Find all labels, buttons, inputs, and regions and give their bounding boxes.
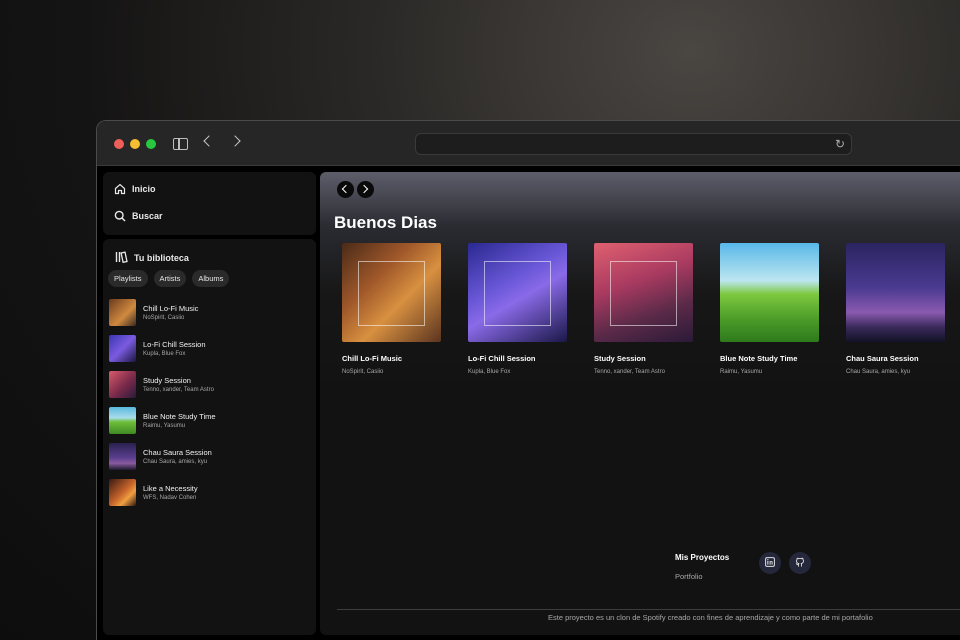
list-item[interactable]: Chau Saura Session Chau Saura, amies, kyu <box>109 438 310 474</box>
address-bar[interactable]: ↻ <box>415 133 852 155</box>
playlist-thumbnail <box>109 298 136 326</box>
playlist-card[interactable]: Lo-Fi Chill Session Kupla, Blue Fox <box>468 243 568 375</box>
footer-disclaimer: Este proyecto es un clon de Spotify crea… <box>548 613 873 622</box>
sidebar-nav-panel: Inicio Buscar <box>103 172 316 235</box>
playlist-cover <box>720 243 819 342</box>
footer-divider <box>337 609 960 610</box>
library-list: Chill Lo-Fi Music NoSpirit, Casiio Lo-Fi … <box>109 294 310 510</box>
back-button[interactable] <box>337 181 354 198</box>
list-item-subtitle: NoSpirit, Casiio <box>143 314 185 321</box>
nav-search-label: Buscar <box>132 211 163 221</box>
card-title: Chill Lo-Fi Music <box>342 354 402 363</box>
library-filters: Playlists Artists Albums <box>108 270 230 287</box>
page-title: Buenos Dias <box>334 213 437 232</box>
list-item-title: Study Session <box>143 375 191 385</box>
list-item-title: Lo-Fi Chill Session <box>143 339 206 349</box>
footer-projects-title: Mis Proyectos <box>675 553 730 562</box>
playlist-cover <box>468 243 567 342</box>
playlist-card[interactable]: Blue Note Study Time Raimu, Yasumu <box>720 243 820 375</box>
list-item[interactable]: Lo-Fi Chill Session Kupla, Blue Fox <box>109 330 310 366</box>
search-icon <box>114 210 126 222</box>
card-subtitle: Raimu, Yasumu <box>720 369 763 375</box>
list-item-title: Chill Lo-Fi Music <box>143 303 199 313</box>
main-content: Buenos Dias Chill Lo-Fi Music NoSpirit, … <box>320 172 960 635</box>
list-item-subtitle: Kupla, Blue Fox <box>143 350 186 357</box>
card-title: Study Session <box>594 354 646 363</box>
nav-home-label: Inicio <box>132 184 156 194</box>
playlist-thumbnail <box>109 406 136 434</box>
github-icon <box>795 554 805 572</box>
card-title: Blue Note Study Time <box>720 354 798 363</box>
playlist-cover <box>594 243 693 342</box>
library-panel: Tu biblioteca Playlists Artists Albums C… <box>103 239 316 635</box>
filter-albums[interactable]: Albums <box>192 270 230 287</box>
minimize-window-button[interactable] <box>130 139 140 149</box>
nav-search[interactable]: Buscar <box>114 210 163 222</box>
list-item[interactable]: Like a Necessity WFS, Nadav Cohen <box>109 474 310 510</box>
library-header[interactable]: Tu biblioteca <box>115 251 189 265</box>
card-title: Chau Saura Session <box>846 354 919 363</box>
card-subtitle: Tenno, xander, Team Astro <box>594 369 665 375</box>
filter-artists[interactable]: Artists <box>153 270 187 287</box>
playlist-cover <box>342 243 441 342</box>
browser-back-icon[interactable] <box>203 135 215 147</box>
card-title: Lo-Fi Chill Session <box>468 354 536 363</box>
playlist-card[interactable]: Chill Lo-Fi Music NoSpirit, Casiio <box>342 243 442 375</box>
close-window-button[interactable] <box>114 139 124 149</box>
nav-home[interactable]: Inicio <box>114 183 156 195</box>
playlist-cover <box>846 243 945 342</box>
playlist-card[interactable]: Study Session Tenno, xander, Team Astro <box>594 243 694 375</box>
maximize-window-button[interactable] <box>146 139 156 149</box>
list-item-subtitle: Chau Saura, amies, kyu <box>143 458 208 465</box>
list-item-subtitle: WFS, Nadav Cohen <box>143 494 197 501</box>
library-icon <box>115 251 128 265</box>
list-item[interactable]: Study Session Tenno, xander, Team Astro <box>109 366 310 402</box>
browser-window: ↻ Inicio Buscar Tu biblioteca Playlists … <box>96 120 960 640</box>
card-subtitle: Chau Saura, amies, kyu <box>846 369 911 375</box>
list-item-subtitle: Tenno, xander, Team Astro <box>143 386 214 393</box>
sidebar-toggle-icon[interactable] <box>173 138 188 150</box>
chevron-left-icon <box>341 184 351 194</box>
playlist-thumbnail <box>109 442 136 470</box>
filter-playlists[interactable]: Playlists <box>108 270 148 287</box>
list-item[interactable]: Chill Lo-Fi Music NoSpirit, Casiio <box>109 294 310 330</box>
forward-button[interactable] <box>357 181 374 198</box>
linkedin-icon <box>765 554 775 572</box>
card-subtitle: Kupla, Blue Fox <box>468 369 511 375</box>
playlist-thumbnail <box>109 334 136 362</box>
playlist-card[interactable]: Chau Saura Session Chau Saura, amies, ky… <box>846 243 946 375</box>
list-item-title: Chau Saura Session <box>143 447 212 457</box>
browser-titlebar: ↻ <box>97 121 960 166</box>
list-item[interactable]: Blue Note Study Time Raimu, Yasumu <box>109 402 310 438</box>
portfolio-link[interactable]: Portfolio <box>675 572 703 581</box>
playlist-thumbnail <box>109 478 136 506</box>
home-icon <box>114 183 126 195</box>
linkedin-button[interactable] <box>759 552 781 574</box>
list-item-title: Like a Necessity <box>143 483 198 493</box>
reload-icon[interactable]: ↻ <box>835 137 845 151</box>
list-item-title: Blue Note Study Time <box>143 411 216 421</box>
list-item-subtitle: Raimu, Yasumu <box>143 422 186 429</box>
library-title: Tu biblioteca <box>134 253 189 263</box>
browser-forward-icon[interactable] <box>229 135 241 147</box>
chevron-right-icon <box>359 184 369 194</box>
github-button[interactable] <box>789 552 811 574</box>
playlist-thumbnail <box>109 370 136 398</box>
card-subtitle: NoSpirit, Casiio <box>342 369 384 375</box>
